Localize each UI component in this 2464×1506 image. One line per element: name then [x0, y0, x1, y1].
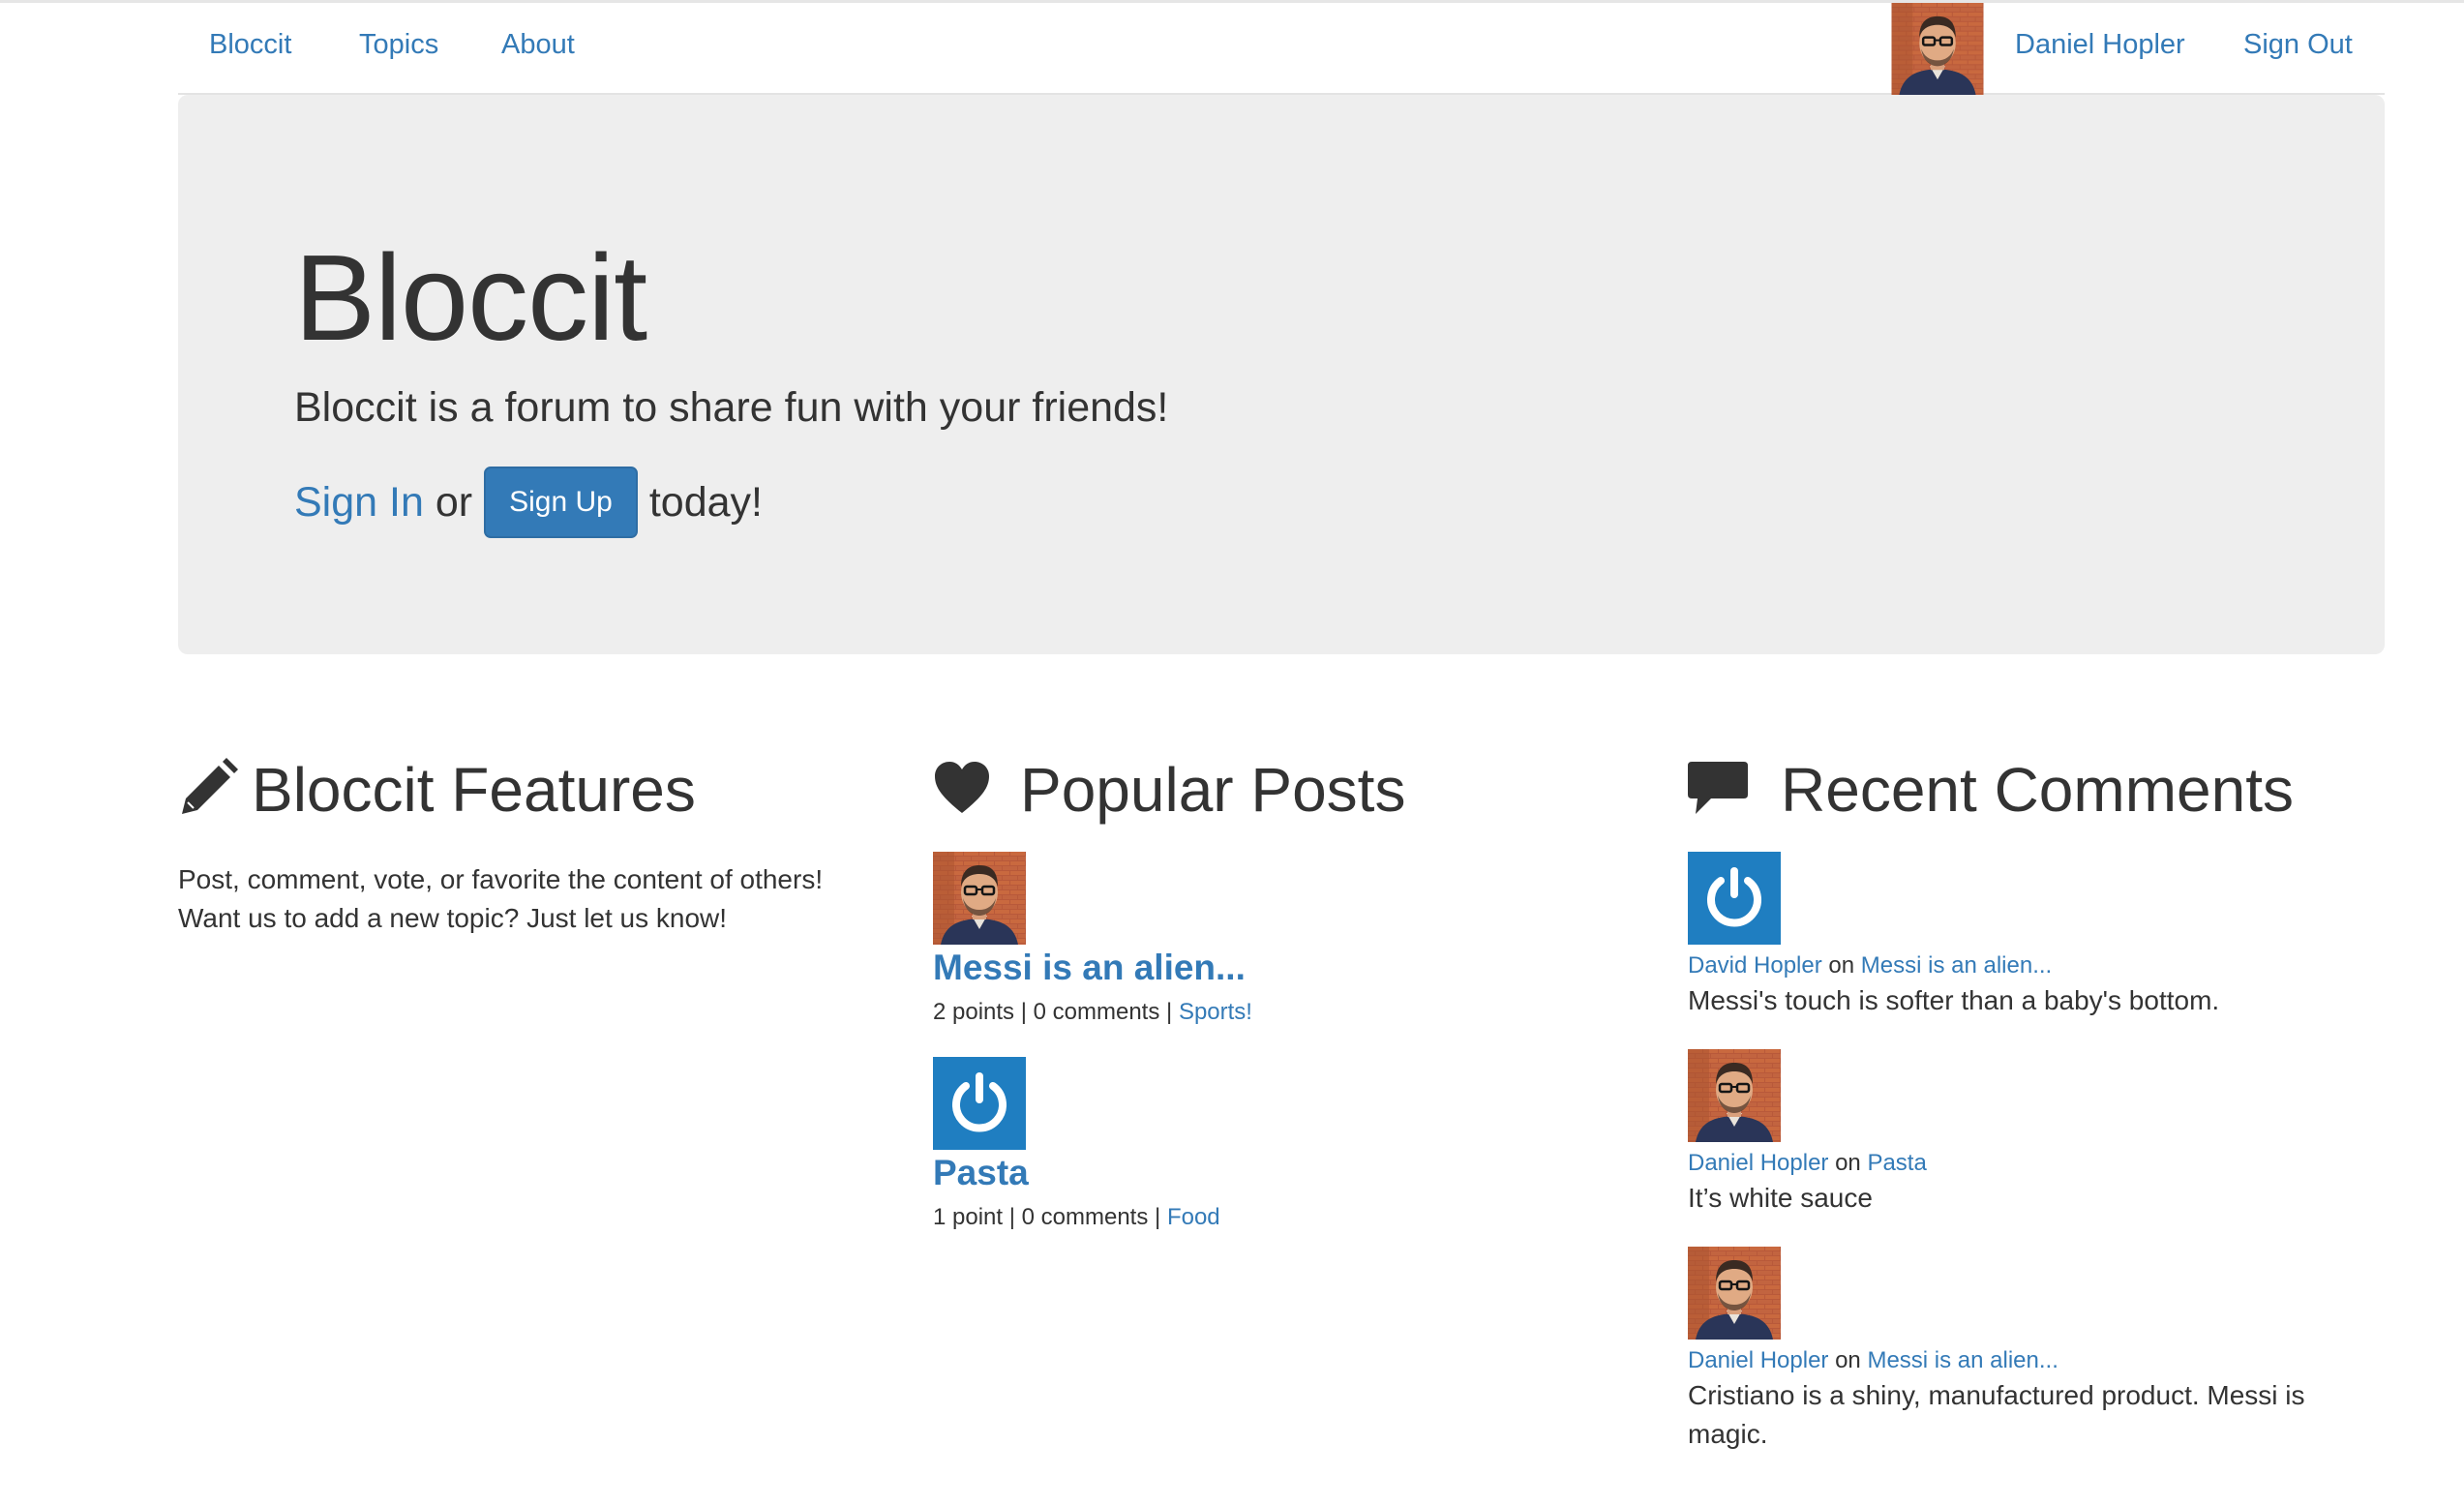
comment-body: Messi's touch is softer than a baby's bo… — [1688, 985, 2220, 1015]
popular-posts-column: Popular Posts Messi is an alien... 2 poi… — [933, 751, 1668, 1233]
post-points: 2 points — [933, 999, 1015, 1025]
sign-in-link[interactable]: Sign In — [294, 479, 424, 527]
on-text: on — [1835, 1347, 1861, 1373]
on-text: on — [1835, 1150, 1861, 1176]
comment-item: Daniel Hopler on Messi is an alien... Cr… — [1688, 1247, 2423, 1454]
sign-up-button[interactable]: Sign Up — [484, 467, 638, 538]
comment-meta: Daniel Hopler on Messi is an alien... — [1688, 1345, 2423, 1376]
features-title: Bloccit Features — [252, 755, 696, 825]
post-item: Messi is an alien... 2 points | 0 commen… — [933, 852, 1668, 1028]
nav-about-link[interactable]: About — [501, 26, 575, 63]
speech-bubble-icon — [1688, 760, 1748, 821]
post-meta: 2 points | 0 comments | Sports! — [933, 999, 1252, 1025]
comment-post-link[interactable]: Pasta — [1867, 1150, 1926, 1176]
features-column: Bloccit Features Post, comment, vote, or… — [178, 751, 914, 938]
user-avatar-icon — [1688, 1049, 1781, 1142]
post-title-link[interactable]: Messi is an alien... — [933, 947, 1668, 989]
post-title-link[interactable]: Pasta — [933, 1152, 1668, 1194]
jumbotron-lead: Bloccit is a forum to share fun with you… — [294, 384, 1169, 431]
post-avatar-icon — [933, 852, 1026, 945]
nav-sign-out-link[interactable]: Sign Out — [2243, 26, 2353, 63]
post-topic-link[interactable]: Sports! — [1179, 999, 1252, 1025]
jumbotron-title: Bloccit — [294, 229, 647, 366]
jumbotron-cta: Sign In or Sign Up today! — [294, 467, 763, 538]
comment-meta: Daniel Hopler on Pasta — [1688, 1148, 2423, 1179]
features-heading: Bloccit Features — [178, 751, 914, 828]
features-line: Post, comment, vote, or favorite the con… — [178, 864, 824, 894]
comment-item: David Hopler on Messi is an alien... Mes… — [1688, 852, 2423, 1020]
popular-heading: Popular Posts — [933, 751, 1668, 828]
pencil-icon — [178, 757, 238, 823]
nav-topics-link[interactable]: Topics — [359, 26, 438, 63]
comment-user-link[interactable]: Daniel Hopler — [1688, 1150, 1828, 1176]
today-text: today! — [648, 478, 763, 526]
navbar: Bloccit Topics About Daniel Hopler Sign … — [178, 3, 2385, 95]
on-text: on — [1828, 952, 1855, 979]
popular-title: Popular Posts — [1020, 755, 1406, 825]
or-text: or — [435, 478, 473, 526]
nav-user-link[interactable]: Daniel Hopler — [2015, 26, 2185, 63]
comment-user-link[interactable]: David Hopler — [1688, 952, 1822, 979]
post-points: 1 point — [933, 1204, 1004, 1230]
nav-brand-link[interactable]: Bloccit — [209, 26, 291, 63]
comment-item: Daniel Hopler on Pasta It’s white sauce — [1688, 1049, 2423, 1218]
comment-body: Cristiano is a shiny, manufactured produ… — [1688, 1380, 2305, 1449]
user-avatar-icon — [1688, 1247, 1781, 1340]
post-comments-count: 0 comments — [1021, 1204, 1149, 1230]
post-meta: 1 point | 0 comments | Food — [933, 1204, 1220, 1230]
jumbotron: Bloccit Bloccit is a forum to share fun … — [178, 95, 2385, 654]
post-comments-count: 0 comments — [1033, 999, 1160, 1025]
comment-post-link[interactable]: Messi is an alien... — [1867, 1347, 2058, 1373]
heart-icon — [933, 761, 991, 820]
recent-heading: Recent Comments — [1688, 751, 2423, 828]
power-icon — [933, 1057, 1026, 1150]
comment-body: It’s white sauce — [1688, 1183, 1873, 1213]
comment-meta: David Hopler on Messi is an alien... — [1688, 950, 2423, 981]
comment-post-link[interactable]: Messi is an alien... — [1861, 952, 2052, 979]
comment-user-link[interactable]: Daniel Hopler — [1688, 1347, 1828, 1373]
post-item: Pasta 1 point | 0 comments | Food — [933, 1057, 1668, 1233]
post-topic-link[interactable]: Food — [1167, 1204, 1220, 1230]
recent-title: Recent Comments — [1781, 755, 2294, 825]
features-description: Post, comment, vote, or favorite the con… — [178, 860, 914, 938]
features-line: Want us to add a new topic? Just let us … — [178, 903, 728, 933]
power-icon — [1688, 852, 1781, 945]
recent-comments-column: Recent Comments David Hopler on Messi is… — [1688, 751, 2423, 1454]
user-avatar-icon[interactable] — [1891, 3, 1984, 95]
